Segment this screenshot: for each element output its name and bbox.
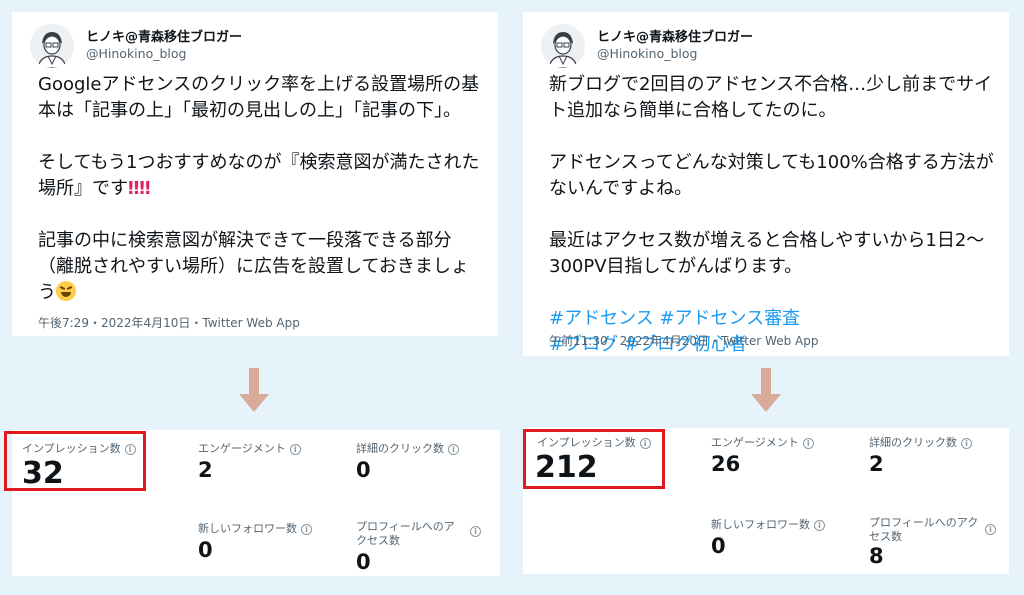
info-icon[interactable]: i xyxy=(814,520,825,531)
tweet-analytics-right: インプレッション数 i 212 エンゲージメント i 26 詳細のクリック数 i 2 … xyxy=(523,428,1009,574)
info-icon[interactable]: i xyxy=(470,526,481,537)
tweet-card-right: ヒノキ@青森移住ブロガー @Hinokino_blog 新ブログで2回目のアドセ… xyxy=(523,12,1009,356)
author-name[interactable]: ヒノキ@青森移住ブロガー xyxy=(86,26,242,45)
info-icon[interactable]: i xyxy=(448,444,459,455)
engagements-value: 2 xyxy=(198,458,213,482)
tweet-paragraph: 新ブログで2回目のアドセンス不合格…少し前までサイト追加なら簡単に合格してたのに… xyxy=(549,74,993,121)
info-icon[interactable]: i xyxy=(639,438,651,449)
tweet-card-left: ヒノキ@青森移住ブロガー @Hinokino_blog Googleアドセンスの… xyxy=(12,12,498,336)
impressions-value: 32 xyxy=(22,456,64,491)
grinning-squinting-face-icon xyxy=(56,281,76,301)
detail-clicks-value: 2 xyxy=(869,452,884,476)
impressions-label: インプレッション数 i xyxy=(22,442,136,456)
info-icon[interactable]: i xyxy=(985,524,996,535)
profile-visits-value: 8 xyxy=(869,544,884,568)
tweet-text: 新ブログで2回目のアドセンス不合格…少し前までサイト追加なら簡単に合格してたのに… xyxy=(549,72,995,358)
avatar-illustration-icon xyxy=(541,24,585,68)
new-followers-value: 0 xyxy=(711,534,726,558)
profile-visits-value: 0 xyxy=(356,550,371,574)
avatar-illustration-icon xyxy=(30,24,74,68)
tweet-text: Googleアドセンスのクリック率を上げる設置場所の基本は「記事の上」「最初の見… xyxy=(38,72,484,306)
detail-clicks-value: 0 xyxy=(356,458,371,482)
new-followers-label: 新しいフォロワー数 i xyxy=(198,522,312,536)
info-icon[interactable]: i xyxy=(961,438,972,449)
avatar[interactable] xyxy=(30,24,74,68)
avatar[interactable] xyxy=(541,24,585,68)
author-handle[interactable]: @Hinokino_blog xyxy=(597,46,697,61)
detail-clicks-label: 詳細のクリック数 i xyxy=(869,436,972,450)
engagements-value: 26 xyxy=(711,452,741,476)
engagements-label: エンゲージメント i xyxy=(711,436,814,450)
new-followers-value: 0 xyxy=(198,538,213,562)
new-followers-label: 新しいフォロワー数 i xyxy=(711,518,825,532)
info-icon[interactable]: i xyxy=(289,444,301,455)
detail-clicks-label: 詳細のクリック数 i xyxy=(356,442,459,456)
tweet-timestamp[interactable]: 午後7:29・2022年4月10日・Twitter Web App xyxy=(38,314,300,331)
hashtag-links[interactable]: #アドセンス #アドセンス審査 xyxy=(549,306,995,332)
profile-visits-label: プロフィールへのアクセス数 xyxy=(869,516,979,543)
profile-visits-label: プロフィールへのアクセス数 xyxy=(356,520,455,547)
info-icon[interactable]: i xyxy=(124,444,136,455)
tweet-paragraph: そしてもう1つおすすめなのが『検索意図が満たされた場所』です‼‼ xyxy=(38,152,480,199)
impressions-value: 212 xyxy=(535,450,598,485)
info-icon[interactable]: i xyxy=(802,438,814,449)
tweet-paragraph: Googleアドセンスのクリック率を上げる設置場所の基本は「記事の上」「最初の見… xyxy=(38,74,480,121)
impressions-label: インプレッション数 i xyxy=(537,436,651,450)
author-name[interactable]: ヒノキ@青森移住ブロガー xyxy=(597,26,753,45)
tweet-timestamp[interactable]: 午前11:30・2022年4月20日・Twitter Web App xyxy=(549,332,818,349)
down-arrow-icon xyxy=(751,368,781,414)
info-icon[interactable]: i xyxy=(301,524,312,535)
double-exclamation-icon: ‼‼ xyxy=(128,178,151,199)
tweet-paragraph: アドセンスってどんな対策しても100%合格する方法がないんですよね。 xyxy=(549,152,994,199)
author-handle[interactable]: @Hinokino_blog xyxy=(86,46,186,61)
engagements-label: エンゲージメント i xyxy=(198,442,301,456)
down-arrow-icon xyxy=(239,368,269,414)
tweet-paragraph: 最近はアクセス数が増えると合格しやすいから1日2〜300PV目指してがんばります… xyxy=(549,230,985,277)
tweet-analytics-left: インプレッション数 i 32 エンゲージメント i 2 詳細のクリック数 i 0 新し… xyxy=(4,430,500,576)
tweet-paragraph: 記事の中に検索意図が解決できて一段落できる部分（離脱されやすい場所）に広告を設置… xyxy=(38,230,469,303)
